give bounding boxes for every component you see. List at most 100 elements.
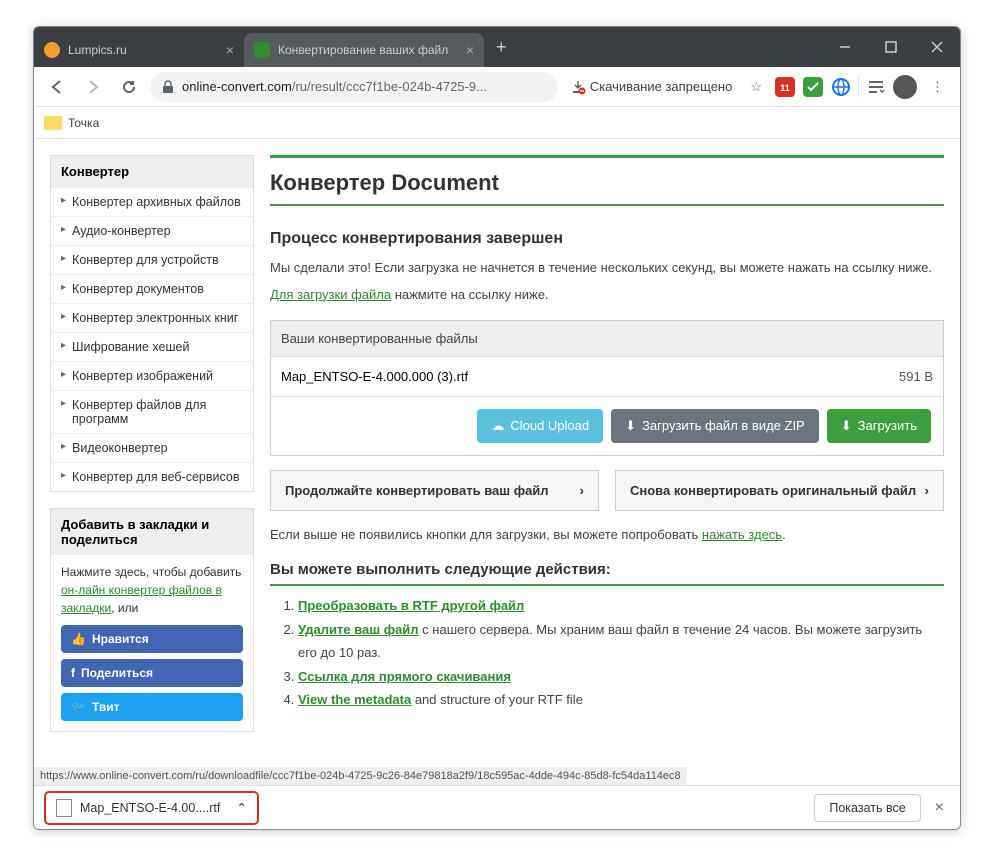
lock-icon [162, 80, 174, 94]
convert-another-link[interactable]: Преобразовать в RTF другой файл [298, 598, 524, 613]
ext-adblock[interactable]: 11 [774, 76, 796, 98]
sidebar-item-web[interactable]: Конвертер для веб-сервисов [51, 462, 253, 491]
actions-title: Вы можете выполнить следующие действия: [270, 561, 944, 578]
file-icon [56, 799, 72, 817]
list-item: View the metadata and structure of your … [298, 688, 944, 711]
menu-button[interactable]: ⋮ [923, 79, 952, 95]
page-title: Конвертер Document [270, 170, 944, 196]
reading-list-icon[interactable] [865, 76, 887, 98]
tab-convert[interactable]: Конвертирование ваших файл × [244, 33, 484, 67]
result-head: Ваши конвертированные файлы [271, 321, 943, 356]
profile-avatar[interactable] [893, 75, 917, 99]
chevron-right-icon: › [580, 483, 584, 498]
fallback-text: Если выше не появились кнопки для загруз… [270, 525, 944, 546]
download-button[interactable]: ⬇Загрузить [827, 409, 931, 443]
download-chip[interactable]: Map_ENTSO-E-4.00....rtf ⌃ [44, 791, 259, 825]
page-content: Конвертер Конвертер архивных файлов Ауди… [34, 139, 960, 785]
chevron-up-icon[interactable]: ⌃ [236, 800, 246, 815]
url-path: /ru/result/ccc7f1be-024b-4725-9... [292, 79, 487, 94]
close-icon[interactable]: × [226, 42, 234, 58]
favicon-convert [254, 42, 270, 58]
done-title: Процесс конвертирования завершен [270, 230, 944, 248]
bookmark-item[interactable]: Точка [68, 116, 99, 130]
sidebar: Конвертер Конвертер архивных файлов Ауди… [50, 155, 254, 769]
close-button[interactable] [914, 27, 960, 67]
tweet-button[interactable]: 🐦Твит [61, 693, 243, 721]
cloud-upload-button[interactable]: ☁Cloud Upload [477, 409, 603, 443]
svg-text:11: 11 [780, 83, 790, 93]
file-name: Map_ENTSO-E-4.000.000 (3).rtf [281, 369, 899, 384]
list-item: Удалите ваш файл с нашего сервера. Мы хр… [298, 618, 944, 665]
download-icon: ⬇ [841, 418, 852, 434]
sidebar-title: Конвертер [51, 156, 253, 187]
download-link[interactable]: Для загрузки файла [270, 287, 391, 302]
maximize-button[interactable] [868, 27, 914, 67]
tab-label: Lumpics.ru [68, 43, 127, 57]
window-controls [822, 27, 960, 67]
facebook-icon: f [71, 666, 75, 680]
reload-button[interactable] [114, 72, 144, 102]
twitter-icon: 🐦 [71, 700, 86, 714]
fb-share-button[interactable]: fПоделиться [61, 659, 243, 687]
download-blocked[interactable]: Скачивание запрещено [564, 79, 739, 95]
status-bar-url: https://www.online-convert.com/ru/downlo… [34, 767, 687, 785]
result-buttons: ☁Cloud Upload ⬇Загрузить файл в виде ZIP… [271, 396, 943, 455]
close-icon[interactable]: × [929, 799, 950, 817]
bookmark-link[interactable]: он-лайн конвертер файлов в закладки [61, 583, 222, 615]
metadata-link[interactable]: View the metadata [298, 692, 411, 707]
address-bar: online-convert.com /ru/result/ccc7f1be-0… [34, 67, 960, 107]
titlebar: Lumpics.ru × Конвертирование ваших файл … [34, 27, 960, 67]
bookmark-text: Нажмите здесь, чтобы добавить он-лайн ко… [51, 555, 253, 625]
bookmark-title: Добавить в закладки и поделиться [51, 509, 253, 555]
back-button[interactable] [42, 72, 72, 102]
sidebar-item-audio[interactable]: Аудио-конвертер [51, 216, 253, 245]
download-blocked-label: Скачивание запрещено [590, 79, 733, 94]
main-content: Конвертер Document Процесс конвертирован… [270, 155, 944, 769]
sidebar-item-device[interactable]: Конвертер для устройств [51, 245, 253, 274]
divider [858, 77, 859, 97]
ext-globe[interactable] [830, 76, 852, 98]
delete-file-link[interactable]: Удалите ваш файл [298, 622, 419, 637]
bookmark-star-icon[interactable]: ☆ [744, 79, 768, 95]
folder-icon [44, 116, 62, 130]
show-all-button[interactable]: Показать все [814, 794, 920, 822]
forward-button[interactable] [78, 72, 108, 102]
chevron-right-icon: › [925, 483, 929, 498]
list-item: Ссылка для прямого скачивания [298, 665, 944, 688]
downloads-bar: Map_ENTSO-E-4.00....rtf ⌃ Показать все × [34, 785, 960, 829]
fb-like-button[interactable]: 👍Нравится [61, 625, 243, 653]
bookmarks-bar: Точка [34, 107, 960, 139]
action-row: Продолжайте конвертировать ваш файл› Сно… [270, 470, 944, 511]
sidebar-item-ebook[interactable]: Конвертер электронных книг [51, 303, 253, 332]
ext-check[interactable] [802, 76, 824, 98]
cloud-icon: ☁ [491, 418, 504, 434]
sidebar-item-document[interactable]: Конвертер документов [51, 274, 253, 303]
sidebar-item-hash[interactable]: Шифрование хешей [51, 332, 253, 361]
accent-line [270, 155, 944, 158]
continue-convert-button[interactable]: Продолжайте конвертировать ваш файл› [270, 470, 599, 511]
download-icon: ⬇ [625, 418, 636, 434]
sidebar-item-video[interactable]: Видеоконвертер [51, 433, 253, 462]
tab-label: Конвертирование ваших файл [278, 43, 448, 57]
fallback-link[interactable]: нажать здесь [702, 527, 782, 542]
convert-again-button[interactable]: Снова конвертировать оригинальный файл› [615, 470, 944, 511]
minimize-button[interactable] [822, 27, 868, 67]
download-zip-button[interactable]: ⬇Загрузить файл в виде ZIP [611, 409, 819, 443]
url-input[interactable]: online-convert.com /ru/result/ccc7f1be-0… [150, 72, 558, 102]
list-item: Преобразовать в RTF другой файл [298, 594, 944, 617]
sidebar-item-archive[interactable]: Конвертер архивных файлов [51, 187, 253, 216]
direct-link[interactable]: Ссылка для прямого скачивания [298, 669, 511, 684]
social-buttons: 👍Нравится fПоделиться 🐦Твит [51, 625, 253, 731]
close-icon[interactable]: × [466, 42, 474, 58]
new-tab-button[interactable]: + [484, 37, 519, 58]
sidebar-item-image[interactable]: Конвертер изображений [51, 361, 253, 390]
bookmark-box: Добавить в закладки и поделиться Нажмите… [50, 508, 254, 732]
converter-menu: Конвертер Конвертер архивных файлов Ауди… [50, 155, 254, 492]
done-text2: Для загрузки файла нажмите на ссылку ниж… [270, 285, 944, 306]
browser-window: Lumpics.ru × Конвертирование ваших файл … [33, 26, 961, 830]
sidebar-item-software[interactable]: Конвертер файлов для программ [51, 390, 253, 433]
accent-line [270, 584, 944, 586]
download-filename: Map_ENTSO-E-4.00....rtf [80, 801, 220, 815]
accent-line [270, 204, 944, 206]
tab-lumpics[interactable]: Lumpics.ru × [34, 33, 244, 67]
